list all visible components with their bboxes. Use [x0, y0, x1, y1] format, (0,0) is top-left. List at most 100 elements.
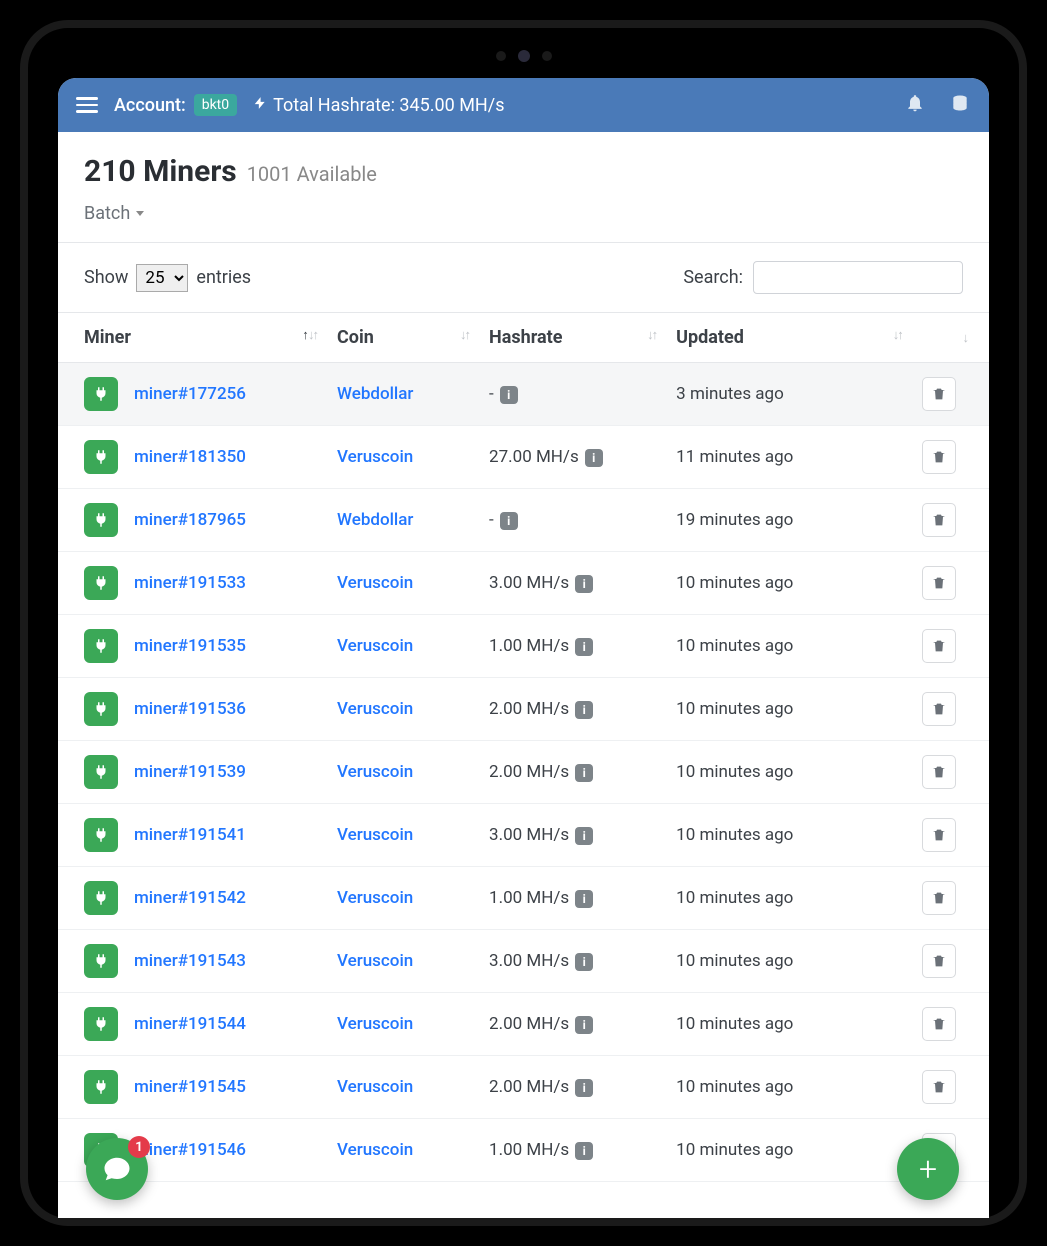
page-title: 210 Miners [84, 154, 237, 189]
miner-link[interactable]: miner#191546 [134, 1140, 246, 1160]
info-icon[interactable]: i [575, 953, 593, 971]
sort-icon: ↓↑ [460, 327, 469, 343]
coin-link[interactable]: Veruscoin [337, 1077, 413, 1097]
delete-button[interactable] [922, 818, 956, 852]
column-header-miner[interactable]: Miner ↑ ↓↑ [58, 313, 327, 363]
delete-button[interactable] [922, 377, 956, 411]
hashrate-value: 2.00 MH/s [489, 1014, 569, 1034]
show-label: Show [84, 267, 128, 288]
menu-icon[interactable] [76, 97, 98, 113]
table-row: miner#191545 Veruscoin 2.00 MH/s i 10 minute… [58, 1056, 989, 1119]
miner-link[interactable]: miner#191544 [134, 1014, 246, 1034]
miner-link[interactable]: miner#191533 [134, 573, 246, 593]
account-badge[interactable]: bkt0 [194, 94, 237, 116]
plug-icon [84, 503, 118, 537]
hashrate-value: 1.00 MH/s [489, 636, 569, 656]
table-row: miner#191539 Veruscoin 2.00 MH/s i 10 minute… [58, 741, 989, 804]
info-icon[interactable]: i [500, 386, 518, 404]
updated-value: 10 minutes ago [676, 573, 793, 593]
delete-button[interactable] [922, 1070, 956, 1104]
updated-value: 10 minutes ago [676, 1140, 793, 1160]
info-icon[interactable]: i [575, 890, 593, 908]
plug-icon [84, 440, 118, 474]
info-icon[interactable]: i [585, 449, 603, 467]
column-header-coin[interactable]: Coin ↓↑ [327, 313, 479, 363]
search-label: Search: [683, 267, 743, 288]
plus-icon: + [919, 1150, 937, 1188]
delete-button[interactable] [922, 944, 956, 978]
info-icon[interactable]: i [575, 575, 593, 593]
info-icon[interactable]: i [575, 701, 593, 719]
coin-link[interactable]: Veruscoin [337, 1014, 413, 1034]
coin-link[interactable]: Veruscoin [337, 447, 413, 467]
coin-link[interactable]: Veruscoin [337, 951, 413, 971]
coin-link[interactable]: Veruscoin [337, 636, 413, 656]
miner-link[interactable]: miner#191541 [134, 825, 246, 845]
delete-button[interactable] [922, 503, 956, 537]
sort-icon: ↓↑ [647, 327, 656, 343]
table-row: miner#191544Veruscoin2.00 MH/si10 minute… [58, 993, 989, 1056]
updated-value: 10 minutes ago [676, 636, 793, 656]
coin-link[interactable]: Veruscoin [337, 1140, 413, 1160]
bell-icon[interactable] [905, 93, 925, 118]
miner-link[interactable]: miner#191543 [134, 951, 246, 971]
hashrate-value: 3.00 MH/s [489, 573, 569, 593]
miner-link[interactable]: miner#187965 [134, 510, 246, 530]
delete-button[interactable] [922, 881, 956, 915]
miner-link[interactable]: miner#191539 [134, 762, 246, 782]
info-icon[interactable]: i [575, 764, 593, 782]
column-header-hashrate[interactable]: Hashrate ↓↑ [479, 313, 666, 363]
chat-button[interactable]: 1 [86, 1138, 148, 1200]
updated-value: 10 minutes ago [676, 1077, 793, 1097]
add-button[interactable]: + [897, 1138, 959, 1200]
coin-link[interactable]: Veruscoin [337, 825, 413, 845]
sort-icon: ↓ [963, 330, 968, 346]
delete-button[interactable] [922, 1007, 956, 1041]
account-label: Account: [114, 95, 186, 116]
delete-button[interactable] [922, 692, 956, 726]
coin-link[interactable]: Webdollar [337, 384, 413, 404]
updated-value: 10 minutes ago [676, 951, 793, 971]
coin-link[interactable]: Veruscoin [337, 699, 413, 719]
delete-button[interactable] [922, 440, 956, 474]
coin-link[interactable]: Veruscoin [337, 762, 413, 782]
chat-badge: 1 [128, 1136, 150, 1158]
miner-link[interactable]: miner#177256 [134, 384, 246, 404]
coin-link[interactable]: Webdollar [337, 510, 413, 530]
coins-icon[interactable] [949, 93, 971, 118]
sort-icon: ↓↑ [893, 327, 902, 343]
info-icon[interactable]: i [500, 512, 518, 530]
hashrate-value: 1.00 MH/s [489, 1140, 569, 1160]
info-icon[interactable]: i [575, 1142, 593, 1160]
column-header-updated[interactable]: Updated ↓↑ [666, 313, 912, 363]
page-length-select[interactable]: 25 [136, 264, 188, 292]
miner-link[interactable]: miner#191536 [134, 699, 246, 719]
info-icon[interactable]: i [575, 1079, 593, 1097]
delete-button[interactable] [922, 755, 956, 789]
info-icon[interactable]: i [575, 827, 593, 845]
batch-dropdown[interactable]: Batch [84, 203, 144, 224]
hashrate-value: 1.00 MH/s [489, 888, 569, 908]
table-row: miner#191536Veruscoin2.00 MH/si10 minute… [58, 678, 989, 741]
hashrate-value: 2.00 MH/s [489, 1077, 569, 1097]
miner-link[interactable]: miner#191545 [134, 1077, 246, 1097]
hashrate-value: 2.00 MH/s [489, 762, 569, 782]
miner-link[interactable]: miner#181350 [134, 447, 246, 467]
table-row: miner#191535 Veruscoin 1.00 MH/s i 10 minute… [58, 615, 989, 678]
coin-link[interactable]: Veruscoin [337, 888, 413, 908]
updated-value: 3 minutes ago [676, 384, 784, 404]
batch-label: Batch [84, 203, 130, 224]
updated-value: 10 minutes ago [676, 825, 793, 845]
coin-link[interactable]: Veruscoin [337, 573, 413, 593]
info-icon[interactable]: i [575, 1016, 593, 1034]
search-input[interactable] [753, 261, 963, 294]
delete-button[interactable] [922, 629, 956, 663]
info-icon[interactable]: i [575, 638, 593, 656]
updated-value: 10 minutes ago [676, 762, 793, 782]
delete-button[interactable] [922, 566, 956, 600]
miner-link[interactable]: miner#191535 [134, 636, 246, 656]
miner-link[interactable]: miner#191542 [134, 888, 246, 908]
table-row: miner#181350Veruscoin27.00 MH/si11 minut… [58, 426, 989, 489]
table-row: miner#191542Veruscoin1.00 MH/si10 minute… [58, 867, 989, 930]
table-row: miner#187965Webdollar-i19 minutes ago [58, 489, 989, 552]
